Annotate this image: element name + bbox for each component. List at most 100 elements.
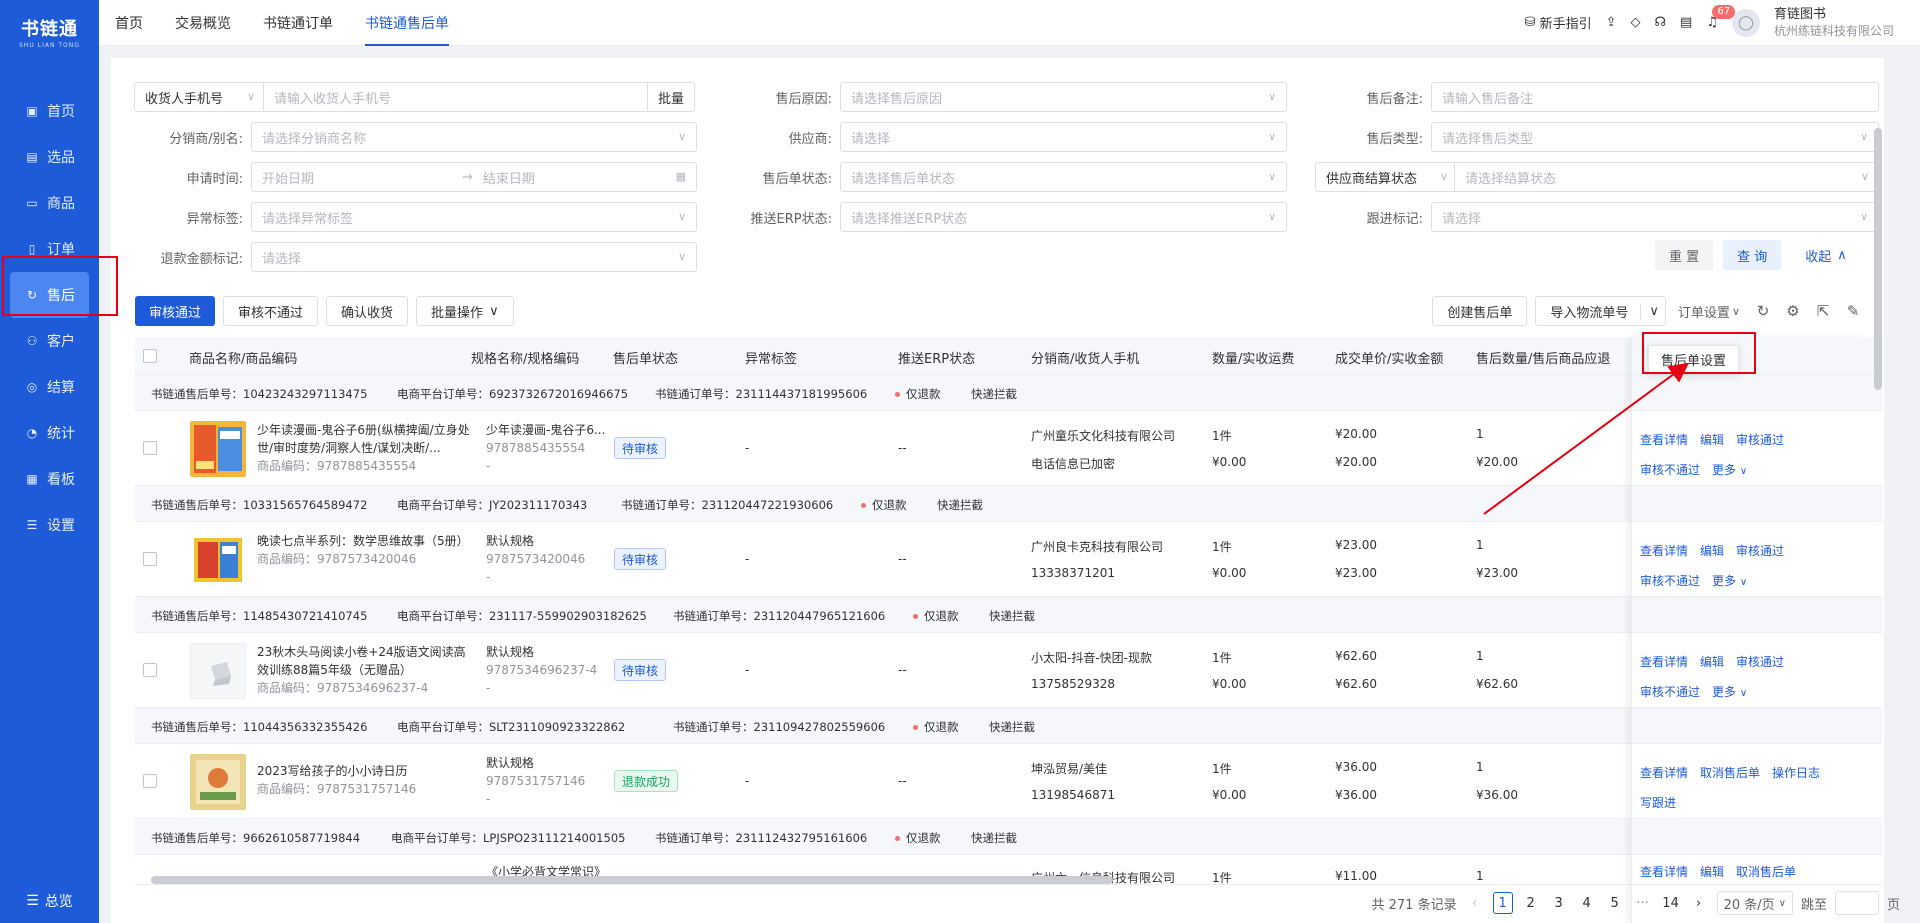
- remark-input[interactable]: 请输入售后备注: [1431, 82, 1879, 112]
- view-detail-link[interactable]: 查看详情: [1640, 431, 1688, 448]
- chevron-down-icon[interactable]: ∨: [1640, 303, 1659, 319]
- create-aftersale-button[interactable]: 创建售后单: [1432, 296, 1528, 326]
- sidebar-item-customer[interactable]: ⚇ 客户: [0, 318, 99, 364]
- document-icon[interactable]: ▤: [1680, 15, 1692, 30]
- page-1[interactable]: 1: [1492, 892, 1513, 914]
- reject-link[interactable]: 审核不通过: [1640, 461, 1700, 478]
- operation-log-link[interactable]: 操作日志: [1772, 764, 1820, 781]
- approve-link[interactable]: 审核通过: [1736, 653, 1784, 670]
- page-5[interactable]: 5: [1605, 892, 1625, 914]
- bulk-actions-button[interactable]: 批量操作 ∨: [416, 296, 514, 326]
- distributor-select[interactable]: 请选择分销商名称 ∨: [251, 122, 697, 152]
- approve-link[interactable]: 审核通过: [1736, 431, 1784, 448]
- prev-page-button[interactable]: ‹: [1465, 892, 1485, 914]
- page-3[interactable]: 3: [1549, 892, 1569, 914]
- more-link[interactable]: 更多 ∨: [1712, 683, 1747, 700]
- reason-select[interactable]: 请选择售后原因 ∨: [840, 82, 1287, 112]
- export-icon[interactable]: ⇱: [1812, 302, 1834, 320]
- tab-orders[interactable]: 书链通订单: [247, 0, 349, 46]
- query-button[interactable]: 查 询: [1723, 240, 1782, 270]
- tab-aftersale[interactable]: 书链通售后单: [349, 0, 465, 46]
- reject-button[interactable]: 审核不通过: [223, 296, 319, 326]
- product-name[interactable]: 少年读漫画-鬼谷子6册(纵横捭阖/立身处世/审时度势/洞察人性/谋划决断/...…: [257, 421, 472, 475]
- erp-select[interactable]: 请选择推送ERP状态 ∨: [840, 202, 1287, 232]
- diamond-icon[interactable]: ◇: [1630, 15, 1640, 30]
- select-all-checkbox[interactable]: [143, 349, 157, 363]
- next-page-button[interactable]: ›: [1689, 892, 1709, 914]
- gear-icon[interactable]: ⚙: [1782, 302, 1804, 320]
- view-detail-link[interactable]: 查看详情: [1640, 863, 1688, 880]
- sidebar-item-home[interactable]: ▣ 首页: [0, 88, 99, 134]
- edit-link[interactable]: 编辑: [1700, 431, 1724, 448]
- type-select[interactable]: 请选择售后类型 ∨: [1431, 122, 1879, 152]
- goto-page-input[interactable]: [1834, 891, 1879, 915]
- headset-icon[interactable]: ☊: [1654, 15, 1666, 30]
- status-select[interactable]: 请选择售后单状态 ∨: [840, 162, 1287, 192]
- sidebar-item-select[interactable]: ▤ 选品: [0, 134, 99, 180]
- supplier-select[interactable]: 请选择 ∨: [840, 122, 1287, 152]
- edit-link[interactable]: 编辑: [1700, 542, 1724, 559]
- sidebar-collapse-button[interactable]: ☰ 总览: [0, 891, 99, 911]
- tab-overview[interactable]: 交易概览: [159, 0, 247, 46]
- order-settings-button[interactable]: 订单设置 ∨: [1674, 296, 1744, 326]
- edit-icon[interactable]: ✎: [1842, 302, 1864, 320]
- cancel-aftersale-link[interactable]: 取消售后单: [1736, 863, 1796, 880]
- date-range-picker[interactable]: 开始日期 → 结束日期 ▦: [251, 162, 697, 192]
- horizontal-scrollbar[interactable]: [151, 876, 1113, 884]
- view-detail-link[interactable]: 查看详情: [1640, 542, 1688, 559]
- product-thumbnail[interactable]: [190, 643, 246, 699]
- refund-select[interactable]: 请选择 ∨: [251, 242, 697, 272]
- page-size-select[interactable]: 20 条/页 ∨: [1716, 891, 1793, 915]
- product-thumbnail[interactable]: [190, 421, 246, 477]
- refresh-icon[interactable]: ↻: [1752, 302, 1774, 320]
- user-info[interactable]: 育链图书 杭州练链科技有限公司: [1774, 7, 1894, 39]
- batch-button[interactable]: 批量: [648, 82, 696, 112]
- phone-type-select[interactable]: 收货人手机号 ∨: [134, 82, 264, 112]
- approve-button[interactable]: 审核通过: [135, 296, 216, 326]
- upload-icon[interactable]: ⇪: [1606, 15, 1617, 30]
- row-checkbox[interactable]: [143, 441, 157, 455]
- sidebar-item-goods[interactable]: ▭ 商品: [0, 180, 99, 226]
- cancel-aftersale-link[interactable]: 取消售后单: [1700, 764, 1760, 781]
- settle-select[interactable]: 请选择结算状态 ∨: [1455, 162, 1880, 192]
- fold-button[interactable]: 收起 ∧: [1791, 240, 1861, 270]
- product-thumbnail[interactable]: [190, 754, 246, 810]
- follow-select[interactable]: 请选择 ∨: [1431, 202, 1879, 232]
- reject-link[interactable]: 审核不通过: [1640, 572, 1700, 589]
- row-checkbox[interactable]: [143, 663, 157, 677]
- more-link[interactable]: 更多 ∨: [1712, 461, 1747, 478]
- more-link[interactable]: 更多 ∨: [1712, 572, 1747, 589]
- page-14[interactable]: 14: [1661, 892, 1681, 914]
- page-2[interactable]: 2: [1521, 892, 1541, 914]
- product-name[interactable]: 2023写给孩子的小小诗日历 商品编码：9787531757146: [257, 762, 472, 798]
- sidebar-item-stats[interactable]: ◔ 统计: [0, 410, 99, 456]
- import-logistics-button[interactable]: 导入物流单号 ∨: [1535, 296, 1666, 326]
- edit-link[interactable]: 编辑: [1700, 653, 1724, 670]
- row-checkbox[interactable]: [143, 774, 157, 788]
- product-thumbnail[interactable]: [190, 532, 246, 588]
- product-name[interactable]: 23秋木头马阅读小卷+24版语文阅读高效训练88篇5年级（无赠品） 商品编码：97…: [257, 643, 472, 697]
- sidebar-item-board[interactable]: ▦ 看板: [0, 456, 99, 502]
- bell-icon[interactable]: ♫ 67: [1706, 5, 1736, 30]
- page-ellipsis[interactable]: ···: [1633, 892, 1653, 914]
- phone-input[interactable]: 请输入收货人手机号: [264, 82, 648, 112]
- reject-link[interactable]: 审核不通过: [1640, 683, 1700, 700]
- edit-link[interactable]: 编辑: [1700, 863, 1724, 880]
- avatar[interactable]: ◯: [1731, 8, 1760, 37]
- view-detail-link[interactable]: 查看详情: [1640, 653, 1688, 670]
- guide-link[interactable]: ⛁ 新手指引: [1525, 13, 1592, 32]
- write-follow-link[interactable]: 写跟进: [1640, 794, 1676, 811]
- row-checkbox[interactable]: [143, 552, 157, 566]
- tab-home[interactable]: 首页: [99, 0, 159, 46]
- page-4[interactable]: 4: [1577, 892, 1597, 914]
- confirm-receipt-button[interactable]: 确认收货: [326, 296, 409, 326]
- product-name[interactable]: 晚读七点半系列：数学思维故事（5册） 商品编码：9787573420046: [257, 532, 472, 568]
- settle-type-select[interactable]: 供应商结算状态 ∨: [1315, 162, 1455, 192]
- sidebar-item-settings[interactable]: ☰ 设置: [0, 502, 99, 548]
- reset-button[interactable]: 重 置: [1655, 240, 1714, 270]
- approve-link[interactable]: 审核通过: [1736, 542, 1784, 559]
- sidebar-item-settle[interactable]: ◎ 结算: [0, 364, 99, 410]
- abnormal-select[interactable]: 请选择异常标签 ∨: [251, 202, 697, 232]
- vertical-scrollbar[interactable]: [1874, 128, 1882, 390]
- view-detail-link[interactable]: 查看详情: [1640, 764, 1688, 781]
